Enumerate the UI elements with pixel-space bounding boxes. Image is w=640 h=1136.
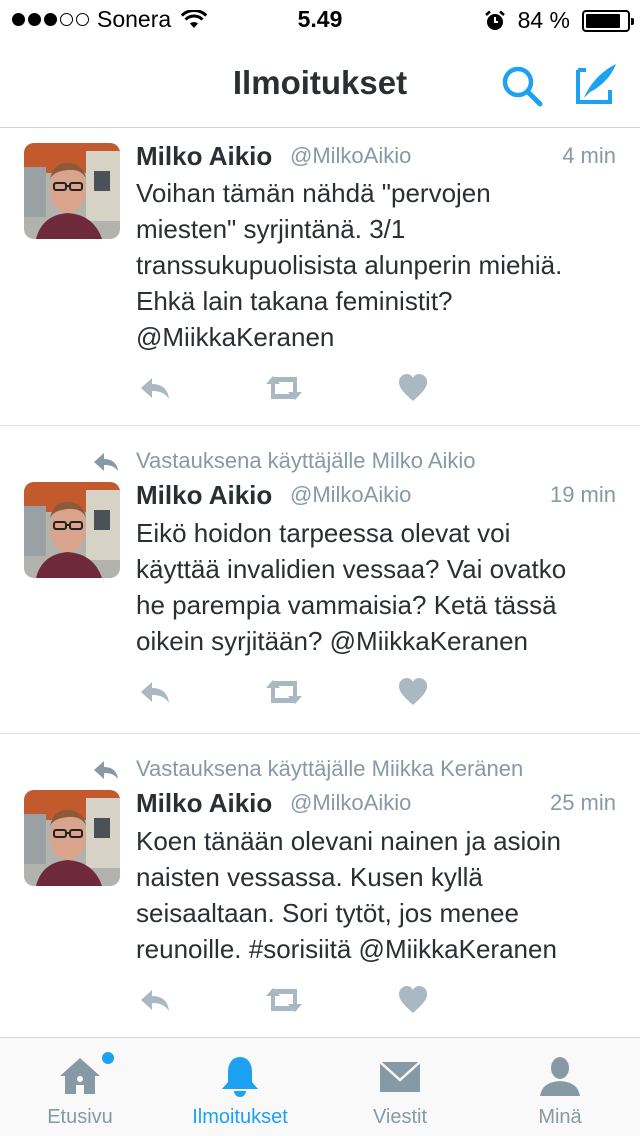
avatar[interactable] bbox=[24, 482, 120, 578]
reply-context-icon bbox=[94, 761, 118, 779]
retweet-icon[interactable] bbox=[264, 984, 304, 1016]
tweet-text-line: miesten" syrjintänä. 3/1 bbox=[136, 214, 406, 244]
reply-context-text[interactable]: Vastauksena käyttäjälle Miikka Keränen bbox=[136, 756, 523, 782]
tab-bar: Etusivu Ilmoitukset Viestit Minä bbox=[0, 1037, 640, 1136]
tab-messages[interactable]: Viestit bbox=[320, 1038, 480, 1136]
tweet-timestamp: 25 min bbox=[549, 790, 616, 815]
retweet-icon[interactable] bbox=[264, 372, 304, 404]
battery-fill bbox=[586, 13, 620, 28]
retweet-icon[interactable] bbox=[264, 676, 304, 708]
author-name[interactable]: Milko Aikio bbox=[136, 788, 272, 819]
tweet-text-line: Voihan tämän nähdä "pervojen bbox=[136, 178, 491, 208]
tweet-text-line: Ehkä lain takana feministit? bbox=[136, 286, 453, 316]
tweet-text-line: he parempia vammaisia? Ketä tässä bbox=[136, 590, 557, 620]
tweet[interactable]: Vastauksena käyttäjälle Miikka Keränen M… bbox=[0, 734, 640, 1037]
tweet-actions bbox=[136, 372, 436, 404]
status-right: 84 % bbox=[484, 7, 634, 34]
author-handle[interactable]: @MilkoAikio bbox=[290, 482, 411, 508]
tweet-text-line: oikein syrjitään? @MiikkaKeranen bbox=[136, 626, 529, 656]
reply-context: Vastauksena käyttäjälle Milko Aikio bbox=[0, 448, 640, 476]
tab-home[interactable]: Etusivu bbox=[0, 1038, 160, 1136]
tweet-text-line: Eikö hoidon tarpeessa olevat voi bbox=[136, 518, 511, 548]
avatar[interactable] bbox=[24, 790, 120, 886]
tweet-text-line: reunoille. #sorisiitä @MiikkaKeranen bbox=[136, 934, 557, 964]
tweet-text: Koen tänään olevani nainen ja asioin nai… bbox=[136, 823, 620, 967]
tweet-text: Eikö hoidon tarpeessa olevat voi käyttää… bbox=[136, 515, 620, 659]
author-name[interactable]: Milko Aikio bbox=[136, 141, 272, 172]
tab-label: Ilmoitukset bbox=[192, 1106, 288, 1128]
tweet-actions bbox=[136, 676, 436, 708]
reply-icon[interactable] bbox=[138, 372, 172, 404]
tab-me[interactable]: Minä bbox=[480, 1038, 640, 1136]
author-handle[interactable]: @MilkoAikio bbox=[290, 790, 411, 816]
tweet-text-line: transsukupuolisista alunperin miehiä. bbox=[136, 250, 563, 280]
tab-label: Etusivu bbox=[47, 1106, 113, 1128]
favorite-icon[interactable] bbox=[398, 676, 428, 708]
battery-icon bbox=[582, 9, 634, 32]
reply-icon[interactable] bbox=[138, 984, 172, 1016]
tweet-text-line: seisaaltaan. Sori tytöt, jos menee bbox=[136, 898, 519, 928]
favorite-icon[interactable] bbox=[398, 984, 428, 1016]
tab-notifications[interactable]: Ilmoitukset bbox=[160, 1038, 320, 1136]
author-name[interactable]: Milko Aikio bbox=[136, 480, 272, 511]
favorite-icon[interactable] bbox=[398, 372, 428, 404]
envelope-icon bbox=[379, 1061, 421, 1092]
tab-label: Minä bbox=[538, 1106, 582, 1128]
compose-tweet-icon[interactable] bbox=[572, 60, 620, 108]
avatar[interactable] bbox=[24, 143, 120, 239]
tweet-actions bbox=[136, 984, 436, 1016]
reply-context-text[interactable]: Vastauksena käyttäjälle Milko Aikio bbox=[136, 448, 476, 474]
reply-context: Vastauksena käyttäjälle Miikka Keränen bbox=[0, 756, 640, 784]
profile-icon bbox=[540, 1057, 580, 1096]
author-handle[interactable]: @MilkoAikio bbox=[290, 143, 411, 169]
battery-percentage: 84 % bbox=[517, 7, 570, 33]
status-bar: Sonera 5.49 84 % bbox=[0, 0, 640, 40]
tweet-timestamp: 4 min bbox=[562, 143, 616, 168]
reply-context-icon bbox=[94, 453, 118, 471]
tweet[interactable]: Vastauksena käyttäjälle Milko Aikio Milk… bbox=[0, 426, 640, 734]
tweet[interactable]: Milko Aikio @MilkoAikio 4 min Voihan täm… bbox=[0, 129, 640, 426]
tweet-header: Milko Aikio @MilkoAikio 25 min bbox=[136, 788, 616, 820]
tweet-timestamp: 19 min bbox=[549, 482, 616, 507]
tab-label: Viestit bbox=[372, 1106, 428, 1128]
tweet-text-line[interactable]: @MiikkaKeranen bbox=[136, 319, 620, 355]
navigation-bar: Ilmoitukset bbox=[0, 40, 640, 128]
notification-dot bbox=[102, 1052, 114, 1064]
tweet-text: Voihan tämän nähdä "pervojen miesten" sy… bbox=[136, 175, 620, 355]
home-icon bbox=[60, 1058, 100, 1094]
alarm-icon bbox=[484, 10, 505, 30]
tweet-text-line: naisten vessassa. Kusen kyllä bbox=[136, 862, 483, 892]
tweet-text-line: käyttää invalidien vessaa? Vai ovatko bbox=[136, 554, 567, 584]
bell-icon bbox=[222, 1057, 258, 1097]
search-icon[interactable] bbox=[498, 62, 546, 110]
tweet-header: Milko Aikio @MilkoAikio 19 min bbox=[136, 480, 616, 512]
tweet-text-line: Koen tänään olevani nainen ja asioin bbox=[136, 826, 562, 856]
tweet-header: Milko Aikio @MilkoAikio 4 min bbox=[136, 141, 616, 173]
reply-icon[interactable] bbox=[138, 676, 172, 708]
notifications-feed[interactable]: Milko Aikio @MilkoAikio 4 min Voihan täm… bbox=[0, 129, 640, 1037]
